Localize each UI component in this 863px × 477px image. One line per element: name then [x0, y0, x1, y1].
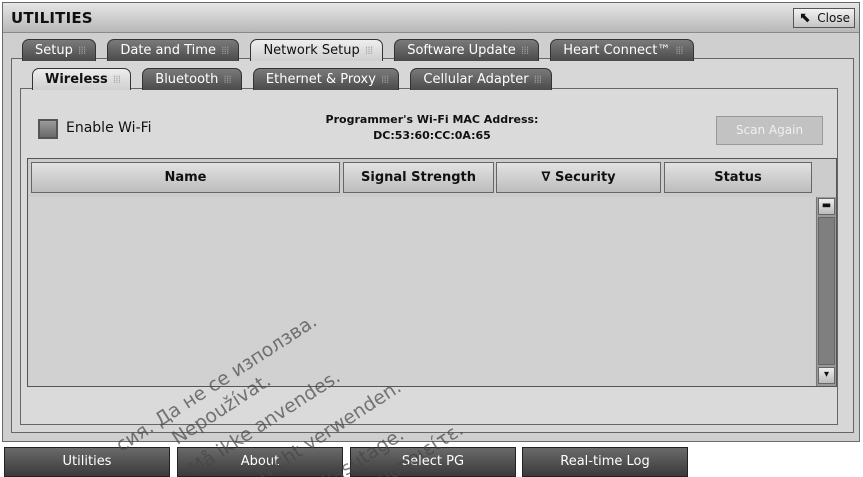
- tab-label: Bluetooth: [155, 72, 219, 87]
- tab-ethernet-proxy[interactable]: Ethernet & Proxy ⁞⁞⁞: [252, 68, 400, 90]
- enable-wifi-label: Enable Wi-Fi: [66, 120, 152, 136]
- utilities-button[interactable]: Utilities: [4, 447, 170, 477]
- tab-label: Date and Time: [120, 43, 216, 58]
- tab-bluetooth[interactable]: Bluetooth ⁞⁞⁞: [142, 68, 242, 90]
- tab-date-and-time[interactable]: Date and Time ⁞⁞⁞: [107, 39, 240, 61]
- grip-icon: ⁞⁞⁞: [364, 44, 373, 57]
- column-header-name[interactable]: Name: [31, 162, 340, 193]
- table-body: [29, 197, 815, 386]
- cursor-arrow-icon: ⬉: [799, 10, 811, 26]
- tab-network-setup[interactable]: Network Setup ⁞⁞⁞: [250, 39, 384, 61]
- grip-icon: ⁞⁞⁞: [77, 44, 86, 57]
- scroll-down-button[interactable]: ▾: [818, 367, 835, 384]
- tab-label: Software Update: [407, 43, 516, 58]
- grip-icon: ⁞⁞⁞: [533, 73, 542, 86]
- mac-address-label: Programmer's Wi-Fi MAC Address:: [325, 113, 539, 126]
- column-header-signal-strength[interactable]: Signal Strength: [343, 162, 494, 193]
- close-button[interactable]: ⬉ Close: [793, 8, 855, 28]
- sub-tab-bar: Wireless ⁞⁞⁞ Bluetooth ⁞⁞⁞ Ethernet & Prox…: [32, 68, 563, 90]
- grip-icon: ⁞⁞⁞: [112, 73, 121, 86]
- tab-label: Cellular Adapter: [423, 72, 529, 87]
- mac-address-value: DC:53:60:CC:0A:65: [373, 129, 491, 142]
- main-tab-bar: Setup ⁞⁞⁞ Date and Time ⁞⁞⁞ Network Setup ⁞…: [22, 39, 705, 61]
- scrollbar-thumb[interactable]: [818, 217, 835, 365]
- scroll-up-button[interactable]: ▬: [818, 198, 835, 215]
- column-header-security[interactable]: ∇ Security: [496, 162, 661, 193]
- tab-label: Network Setup: [263, 43, 360, 58]
- scan-again-button[interactable]: Scan Again: [716, 116, 823, 145]
- tab-setup[interactable]: Setup ⁞⁞⁞: [22, 39, 97, 61]
- grip-icon: ⁞⁞⁞: [223, 73, 231, 86]
- tab-software-update[interactable]: Software Update ⁞⁞⁞: [394, 39, 540, 61]
- close-button-label: Close: [817, 11, 850, 25]
- tab-label: Ethernet & Proxy: [265, 72, 376, 87]
- window-title: UTILITIES: [11, 9, 93, 27]
- enable-wifi-checkbox[interactable]: [38, 119, 58, 139]
- vertical-scrollbar[interactable]: ▬ ▾: [816, 197, 836, 386]
- title-bar: UTILITIES ⬉ Close: [3, 3, 859, 33]
- grip-icon: ⁞⁞⁞: [520, 44, 529, 57]
- tab-wireless[interactable]: Wireless ⁞⁞⁞: [32, 68, 132, 90]
- tab-label: Heart Connect™: [563, 43, 671, 58]
- tab-label: Setup: [35, 43, 73, 58]
- scroll-up-icon: ▬: [821, 200, 832, 211]
- tab-label: Wireless: [45, 72, 108, 87]
- grip-icon: ⁞⁞⁞: [220, 44, 229, 57]
- tab-cellular-adapter[interactable]: Cellular Adapter ⁞⁞⁞: [410, 68, 553, 90]
- grip-icon: ⁞⁞⁞: [380, 73, 389, 86]
- wifi-networks-table: Name Signal Strength ∇ Security Status ▬…: [27, 158, 837, 387]
- real-time-log-button[interactable]: Real-time Log: [522, 447, 688, 477]
- grip-icon: ⁞⁞⁞: [675, 44, 683, 57]
- scroll-down-icon: ▾: [823, 369, 830, 380]
- tab-heart-connect[interactable]: Heart Connect™ ⁞⁞⁞: [550, 39, 694, 61]
- column-header-status[interactable]: Status: [664, 162, 812, 193]
